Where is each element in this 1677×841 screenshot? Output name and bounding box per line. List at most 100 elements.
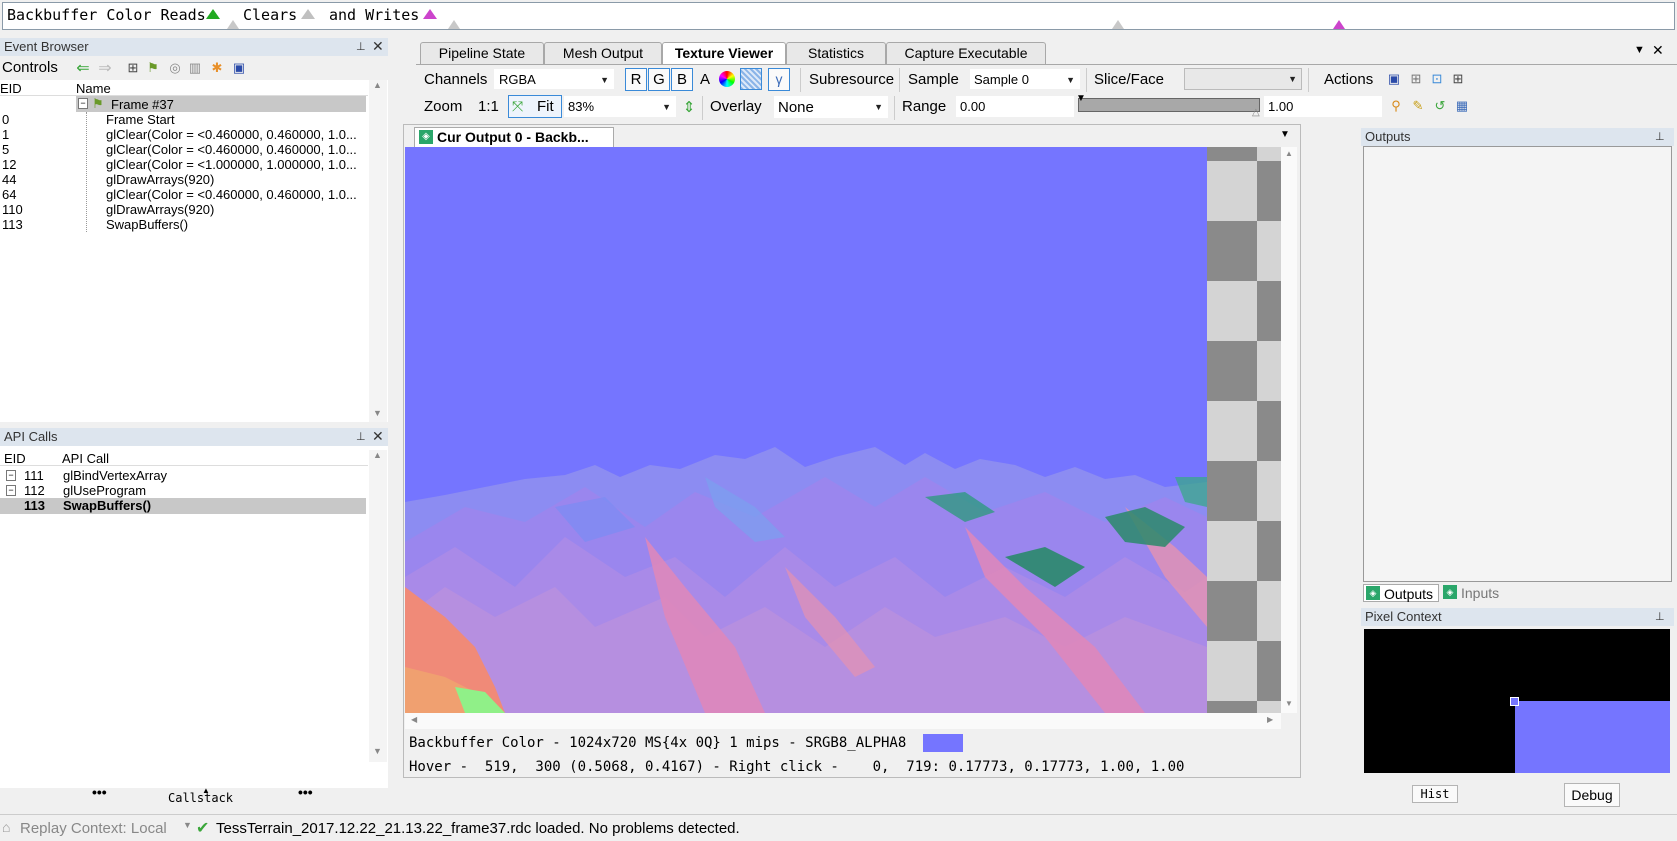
columns-icon[interactable]: ▥ (186, 59, 204, 77)
green-channel-toggle[interactable]: G (648, 68, 670, 91)
close-icon[interactable]: ✕ (372, 38, 384, 55)
callstack-label[interactable]: Callstack (168, 791, 233, 805)
pin-icon[interactable]: ⊥ (1655, 130, 1665, 143)
chevron-down-icon[interactable]: ▼ (183, 820, 192, 830)
callstack-bar[interactable]: Callstack ••• ••• ▲ (0, 784, 388, 808)
scroll-up-icon[interactable]: ▲ (1285, 149, 1293, 158)
splitter-grip-icon[interactable]: ••• (92, 784, 107, 800)
write-marker-icon[interactable] (423, 9, 437, 19)
list-item[interactable]: − 112 glUseProgram (0, 483, 366, 499)
forward-arrow-icon[interactable]: ⇒ (96, 59, 114, 77)
pixel-context-view[interactable] (1364, 629, 1670, 773)
tab-outputs[interactable]: ◈ Outputs (1363, 584, 1439, 602)
settings-icon[interactable]: ✱ (208, 59, 226, 77)
vertical-scrollbar[interactable]: ▲ ▼ (1281, 147, 1297, 713)
scroll-up-icon[interactable]: ▲ (373, 450, 382, 460)
close-icon[interactable]: ✕ (1652, 42, 1664, 59)
reset-range-icon[interactable]: ↺ (1432, 98, 1448, 114)
frame-row[interactable]: − ⚑ Frame #37 (76, 96, 366, 112)
scroll-left-icon[interactable]: ◀ (411, 715, 417, 724)
locked-tab-icon[interactable]: ⊞ (1408, 71, 1424, 87)
tab-capture-executable[interactable]: Capture Executable (886, 42, 1046, 64)
read-marker-icon[interactable] (206, 9, 220, 19)
debug-button[interactable]: Debug (1564, 783, 1620, 807)
bookmark-icon[interactable]: ⚑ (144, 59, 162, 77)
col-eid-header[interactable]: EID (0, 81, 22, 96)
clear-marker-icon[interactable] (301, 9, 315, 19)
range-max-input[interactable]: 1.00 (1264, 96, 1382, 117)
scroll-down-icon[interactable]: ▼ (373, 408, 382, 418)
event-marker-icon[interactable] (227, 20, 239, 29)
back-arrow-icon[interactable]: ⇐ (74, 59, 92, 77)
vertical-scrollbar[interactable]: ▲ ▼ (369, 450, 387, 762)
find-icon[interactable]: ⊞ (124, 59, 142, 77)
tab-menu-icon[interactable]: ▼ (1634, 44, 1645, 56)
overlay-dropdown[interactable]: None ▼ (774, 96, 888, 118)
pin-icon[interactable]: ⊥ (1655, 610, 1665, 623)
replay-context-label[interactable]: Replay Context: Local (20, 820, 167, 837)
fit-button[interactable]: ⤧ Fit (508, 95, 562, 118)
pin-icon[interactable]: ⊥ (356, 430, 366, 443)
save-texture-icon[interactable]: ▣ (1386, 71, 1402, 87)
expand-icon[interactable]: − (6, 485, 16, 496)
timeline-track[interactable]: Backbuffer Color Reads Clears and Writes (2, 2, 1675, 30)
splitter-grip-icon[interactable]: ••• (298, 784, 313, 800)
separator (1308, 68, 1309, 92)
save-icon[interactable]: ▣ (230, 59, 248, 77)
color-wheel-icon[interactable] (719, 71, 735, 87)
channels-dropdown[interactable]: RGBA ▼ (494, 69, 614, 89)
tab-statistics[interactable]: Statistics (786, 42, 886, 64)
col-eid-header[interactable]: EID (4, 451, 26, 466)
hist-button[interactable]: Hist (1412, 785, 1458, 803)
pixel-context-header: Pixel Context (1361, 608, 1674, 626)
zoom-range-icon[interactable]: ⚲ (1388, 98, 1404, 114)
timeline-icon[interactable]: ◎ (166, 59, 184, 77)
range-histogram-slider[interactable]: ▼ △ (1076, 93, 1260, 118)
close-icon[interactable]: ✕ (372, 428, 384, 445)
tab-cur-output[interactable]: ◈ Cur Output 0 - Backb... (414, 127, 614, 147)
col-api-call-header[interactable]: API Call (62, 451, 109, 466)
expand-icon[interactable]: − (6, 470, 16, 481)
blue-channel-toggle[interactable]: B (671, 68, 693, 91)
list-item-selected[interactable]: 113 SwapBuffers() (0, 498, 366, 514)
alpha-channel-toggle[interactable]: A (694, 68, 716, 91)
event-marker-icon[interactable] (1112, 20, 1124, 29)
collapse-icon[interactable]: − (78, 98, 88, 109)
write-event-marker-icon[interactable] (1333, 20, 1345, 29)
tab-menu-icon[interactable]: ▼ (1280, 129, 1290, 140)
histogram-icon[interactable]: ▦ (1454, 98, 1470, 114)
col-name-header[interactable]: Name (76, 81, 111, 96)
pin-icon[interactable]: ⊥ (356, 40, 366, 53)
goto-location-icon[interactable]: ⊡ (1429, 71, 1445, 87)
tab-pipeline-state[interactable]: Pipeline State (420, 42, 544, 64)
texture-list-icon[interactable]: ⊞ (1450, 71, 1466, 87)
scroll-down-icon[interactable]: ▼ (373, 746, 382, 756)
timeline-bar[interactable]: Backbuffer Color Reads Clears and Writes (0, 0, 1677, 32)
sample-dropdown[interactable]: Sample 0 ▼ (970, 69, 1080, 89)
rendered-texture[interactable] (405, 147, 1207, 713)
range-min-handle-icon[interactable]: ▼ (1076, 93, 1086, 104)
vertical-scrollbar[interactable]: ▲ ▼ (369, 80, 387, 422)
slice-face-dropdown[interactable]: ▼ (1184, 68, 1302, 90)
outputs-thumbnail-area[interactable] (1363, 146, 1672, 582)
tab-mesh-output[interactable]: Mesh Output (544, 42, 662, 64)
zoom-1to1-button[interactable]: 1:1 (478, 98, 499, 115)
flip-y-icon[interactable]: ⇕ (682, 98, 696, 116)
tab-texture-viewer[interactable]: Texture Viewer (662, 42, 786, 65)
scroll-down-icon[interactable]: ▼ (1285, 699, 1293, 708)
event-marker-icon[interactable] (448, 20, 460, 29)
auto-fit-icon[interactable]: ✎ (1410, 98, 1426, 114)
scroll-up-icon[interactable]: ▲ (373, 80, 382, 90)
splitter-arrow-icon[interactable]: ▲ (202, 786, 210, 795)
list-item[interactable]: − 111 glBindVertexArray (0, 468, 366, 484)
texture-canvas[interactable]: ▲ ▼ (405, 147, 1297, 713)
range-min-input[interactable]: 0.00 (956, 96, 1074, 117)
zoom-dropdown[interactable]: 83% ▼ (564, 96, 676, 117)
scroll-right-icon[interactable]: ▶ (1267, 715, 1273, 724)
checkerboard-icon[interactable] (740, 68, 762, 90)
range-max-handle-icon[interactable]: △ (1252, 107, 1260, 118)
tab-inputs[interactable]: ◈ Inputs (1441, 584, 1517, 602)
gamma-toggle[interactable]: γ (768, 68, 790, 91)
red-channel-toggle[interactable]: R (625, 68, 647, 91)
horizontal-scrollbar[interactable]: ◀ ▶ (405, 713, 1281, 729)
